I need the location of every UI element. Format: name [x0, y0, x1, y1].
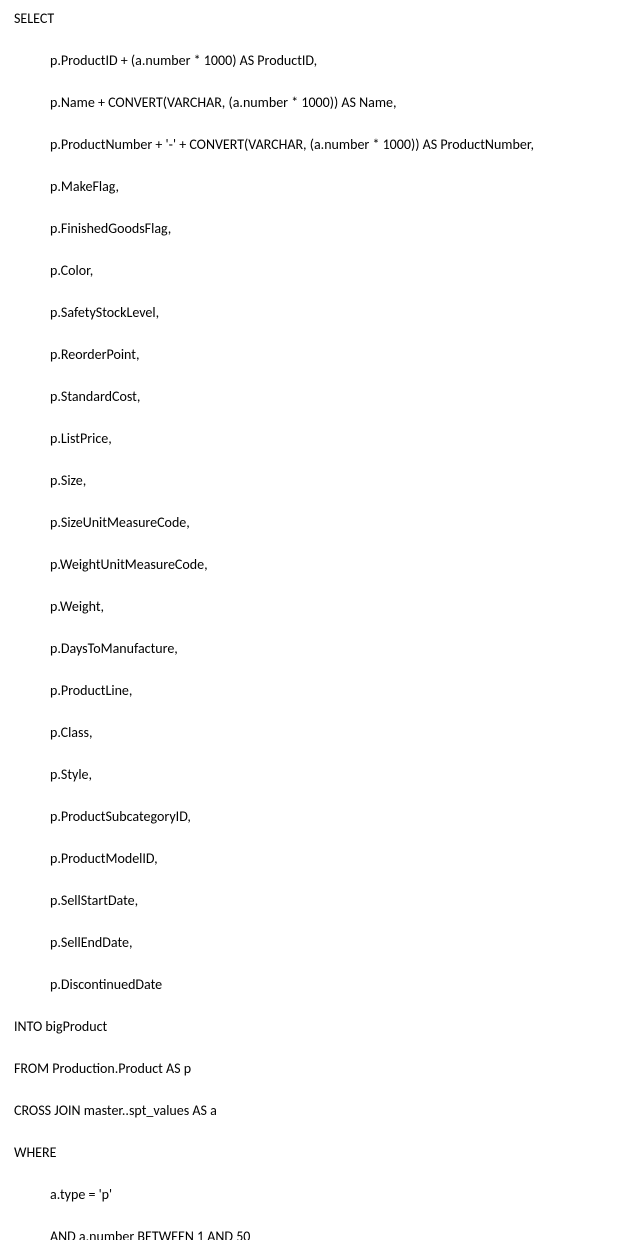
code-line: p.Name + CONVERT(VARCHAR, (a.number * 10…: [14, 92, 608, 113]
code-line: p.SellStartDate,: [14, 890, 608, 911]
code-line: FROM Production.Product AS p: [14, 1058, 608, 1079]
code-line: p.ProductNumber + '-' + CONVERT(VARCHAR,…: [14, 134, 608, 155]
code-line: WHERE: [14, 1142, 608, 1163]
code-line: p.StandardCost,: [14, 386, 608, 407]
sql-code-block: SELECT p.ProductID + (a.number * 1000) A…: [14, 8, 608, 1240]
code-line: p.MakeFlag,: [14, 176, 608, 197]
code-line: AND a.number BETWEEN 1 AND 50: [14, 1226, 608, 1240]
code-line: p.ListPrice,: [14, 428, 608, 449]
code-line: p.SellEndDate,: [14, 932, 608, 953]
code-line: SELECT: [14, 8, 608, 29]
code-line: p.ProductLine,: [14, 680, 608, 701]
code-line: p.ProductModelID,: [14, 848, 608, 869]
code-line: p.SafetyStockLevel,: [14, 302, 608, 323]
code-line: p.Weight,: [14, 596, 608, 617]
code-line: CROSS JOIN master..spt_values AS a: [14, 1100, 608, 1121]
code-line: p.DiscontinuedDate: [14, 974, 608, 995]
code-line: p.ReorderPoint,: [14, 344, 608, 365]
code-line: p.WeightUnitMeasureCode,: [14, 554, 608, 575]
code-line: p.DaysToManufacture,: [14, 638, 608, 659]
code-line: p.Style,: [14, 764, 608, 785]
code-line: INTO bigProduct: [14, 1016, 608, 1037]
code-line: p.Class,: [14, 722, 608, 743]
code-line: p.Color,: [14, 260, 608, 281]
code-line: p.FinishedGoodsFlag,: [14, 218, 608, 239]
code-line: p.SizeUnitMeasureCode,: [14, 512, 608, 533]
code-line: p.ProductID + (a.number * 1000) AS Produ…: [14, 50, 608, 71]
code-line: a.type = 'p': [14, 1184, 608, 1205]
code-line: p.Size,: [14, 470, 608, 491]
code-line: p.ProductSubcategoryID,: [14, 806, 608, 827]
